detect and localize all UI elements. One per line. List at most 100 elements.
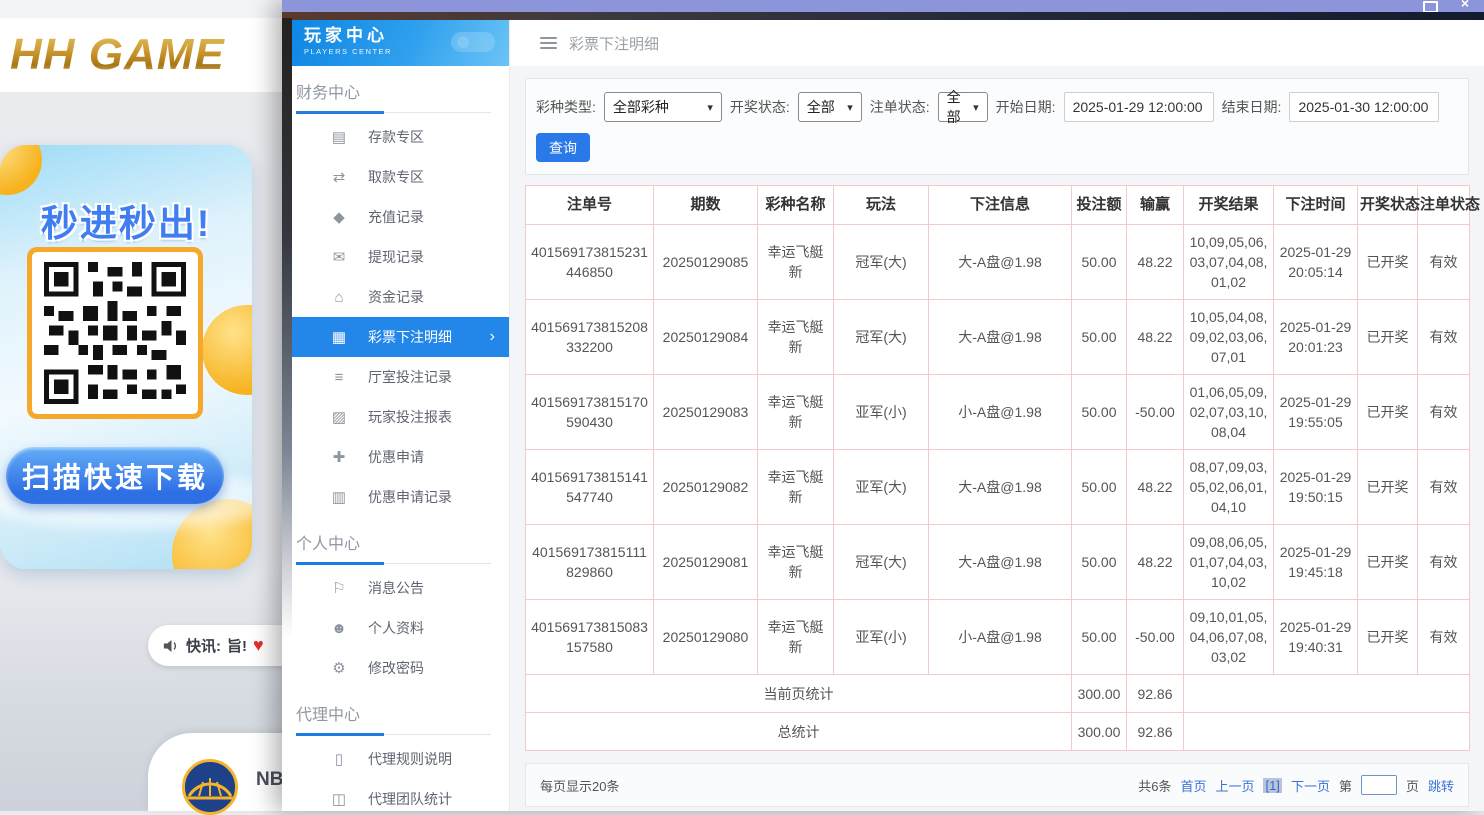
hall-bet-record-icon: ≡ [330, 369, 348, 386]
stats-icon: ◫ [330, 790, 348, 808]
nba-card-text: NB [256, 769, 283, 791]
nba-widget-card[interactable]: NB [148, 733, 292, 811]
lottery-type-select[interactable]: 全部彩种 ▾ [604, 92, 722, 122]
column-header: 投注额 [1072, 186, 1127, 225]
sidebar-item-lottery-bet-detail[interactable]: ▦彩票下注明细› [292, 317, 509, 357]
prev-page-link[interactable]: 上一页 [1215, 776, 1254, 795]
lottery-bet-detail-icon: ▦ [330, 328, 348, 346]
sidebar-item-player-bet-report[interactable]: ▨玩家投注报表 [292, 397, 509, 437]
table-cell: 48.22 [1127, 525, 1184, 600]
sidebar-item-recharge-record[interactable]: ◆充值记录 [292, 197, 509, 237]
first-page-link[interactable]: 首页 [1180, 776, 1206, 795]
summary-empty-cell [1184, 713, 1470, 751]
table-cell: -50.00 [1127, 375, 1184, 450]
table-cell: 401569173815231446850 [526, 225, 654, 300]
jump-prefix-label: 第 [1339, 776, 1352, 795]
current-page-indicator: [1] [1263, 778, 1281, 793]
table-cell: 幸运飞艇新 [758, 600, 834, 675]
summary-winloss-total: 92.86 [1127, 713, 1184, 751]
column-header: 期数 [654, 186, 758, 225]
bets-table: 注单号期数彩种名称玩法下注信息投注额输赢开奖结果下注时间开奖状态注单状态 401… [525, 185, 1470, 751]
promo-apply-record-icon: ▥ [330, 488, 348, 506]
table-cell: 2025-01-29 19:45:18 [1274, 525, 1358, 600]
sidebar-item-label: 代理规则说明 [368, 749, 452, 769]
sidebar-item-hall-bet-record[interactable]: ≡ 厅室投注记录 [292, 357, 509, 397]
table-cell: 2025-01-29 20:01:23 [1274, 300, 1358, 375]
query-button[interactable]: 查询 [536, 133, 590, 162]
filter-panel: 彩种类型: 全部彩种 ▾ 开奖状态: 全部 ▾ 注单状态: 全部 [525, 78, 1469, 175]
summary-row: 总统计300.0092.86 [526, 713, 1470, 751]
sidebar-item-announcements[interactable]: ⚐消息公告 [292, 568, 509, 608]
column-header: 下注时间 [1274, 186, 1358, 225]
sidebar-section-title: 财务中心 [296, 79, 491, 113]
end-date-input[interactable] [1289, 92, 1439, 122]
chevron-down-icon: ▾ [847, 101, 853, 114]
table-cell: 已开奖 [1358, 600, 1418, 675]
table-row: 40156917381508315758020250129080幸运飞艇新亚军(… [526, 600, 1470, 675]
table-cell: 大-A盘@1.98 [929, 225, 1072, 300]
table-cell: 亚军(大) [834, 450, 929, 525]
table-cell: 401569173815208332200 [526, 300, 654, 375]
next-page-link[interactable]: 下一页 [1291, 776, 1330, 795]
column-header: 下注信息 [929, 186, 1072, 225]
heart-icon: ♥ [253, 635, 264, 656]
table-cell: 20250129082 [654, 450, 758, 525]
sidebar-item-label: 修改密码 [368, 658, 424, 678]
table-cell: 20250129080 [654, 600, 758, 675]
document-icon: ▯ [330, 750, 348, 768]
sidebar-item-label: 优惠申请 [368, 447, 424, 467]
sidebar-item-promo-apply[interactable]: ✚ 优惠申请 [292, 437, 509, 477]
table-cell: 10,09,05,06,03,07,04,08,01,02 [1184, 225, 1274, 300]
chevron-down-icon: ▾ [973, 101, 979, 114]
table-cell: 2025-01-29 19:40:31 [1274, 600, 1358, 675]
sidebar-item-deposit[interactable]: ▤存款专区 [292, 117, 509, 157]
table-cell: 50.00 [1072, 525, 1127, 600]
sidebar-item-profile[interactable]: ☻个人资料 [292, 608, 509, 648]
gamepad-icon [451, 26, 495, 56]
table-cell: 401569173815141547740 [526, 450, 654, 525]
table-cell: 已开奖 [1358, 300, 1418, 375]
sidebar-item-promo-apply-record[interactable]: ▥优惠申请记录 [292, 477, 509, 517]
draw-status-label: 开奖状态: [730, 97, 790, 117]
table-row: 40156917381517059043020250129083幸运飞艇新亚军(… [526, 375, 1470, 450]
sidebar-item-label: 提现记录 [368, 247, 424, 267]
draw-status-select[interactable]: 全部 ▾ [798, 92, 862, 122]
promo-apply-icon: ✚ [330, 448, 348, 466]
sidebar-item-withdraw[interactable]: ⇄取款专区 [292, 157, 509, 197]
sidebar-item-change-password[interactable]: ⚙ 修改密码 [292, 648, 509, 688]
order-status-select[interactable]: 全部 ▾ [938, 92, 988, 122]
draw-status-value: 全部 [807, 97, 835, 117]
sidebar-item-agent-team-stats[interactable]: ◫代理团队统计 [292, 779, 509, 811]
table-cell: 2025-01-29 19:50:15 [1274, 450, 1358, 525]
table-cell: 09,10,01,05,04,06,07,08,03,02 [1184, 600, 1274, 675]
table-cell: 有效 [1418, 375, 1470, 450]
column-header: 彩种名称 [758, 186, 834, 225]
sidebar-item-label: 厅室投注记录 [368, 367, 452, 387]
summary-label: 总统计 [526, 713, 1072, 751]
page-size-text: 每页显示20条 [540, 776, 619, 795]
sidebar-item-agent-rules[interactable]: ▯ 代理规则说明 [292, 739, 509, 779]
table-cell: 08,07,09,03,05,02,06,01,04,10 [1184, 450, 1274, 525]
table-cell: 幸运飞艇新 [758, 225, 834, 300]
close-icon[interactable]: × [1461, 0, 1469, 10]
summary-winloss-total: 92.86 [1127, 675, 1184, 713]
jump-button[interactable]: 跳转 [1428, 776, 1454, 795]
table-cell: 已开奖 [1358, 225, 1418, 300]
recharge-record-icon: ◆ [330, 208, 348, 226]
sidebar-item-funds-record[interactable]: ⌂资金记录 [292, 277, 509, 317]
sidebar-item-withdrawal-record[interactable]: ✉提现记录 [292, 237, 509, 277]
news-ticker[interactable]: 快讯: 旨! ♥ [148, 625, 292, 666]
table-cell: 09,08,06,05,01,07,04,03,10,02 [1184, 525, 1274, 600]
hamburger-icon[interactable] [540, 37, 557, 49]
page-jump-input[interactable] [1361, 775, 1397, 795]
start-date-input[interactable] [1064, 92, 1214, 122]
table-cell: 50.00 [1072, 600, 1127, 675]
column-header: 注单号 [526, 186, 654, 225]
chevron-down-icon: ▾ [707, 101, 713, 114]
table-row: 40156917381520833220020250129084幸运飞艇新冠军(… [526, 300, 1470, 375]
scan-download-button[interactable]: 扫描快速下载 [6, 447, 224, 504]
sidebar-section-title: 代理中心 [296, 701, 491, 735]
table-cell: 大-A盘@1.98 [929, 525, 1072, 600]
gear-icon: ⚙ [330, 659, 348, 677]
table-cell: 48.22 [1127, 450, 1184, 525]
